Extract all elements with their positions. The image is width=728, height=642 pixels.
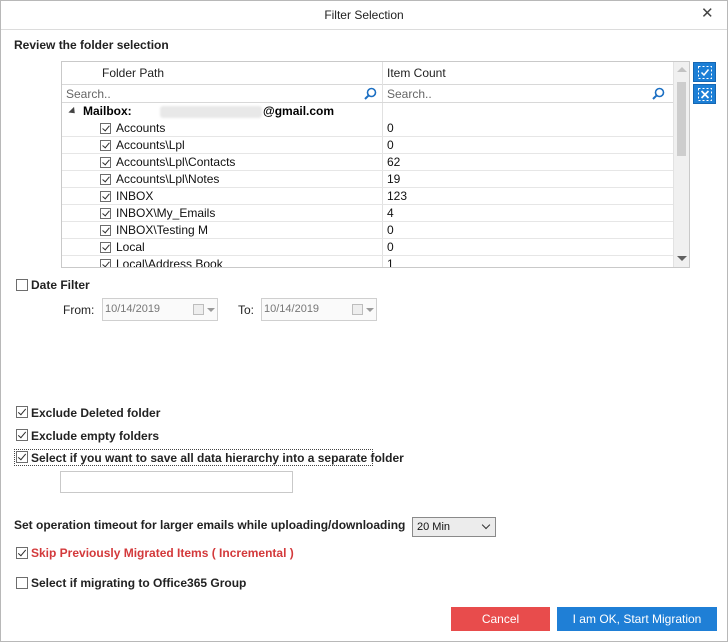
folder-path: Local [116, 240, 145, 254]
row-checkbox[interactable] [100, 123, 111, 134]
mailbox-row[interactable]: Mailbox: @gmail.com [62, 103, 674, 120]
start-migration-button[interactable]: I am OK, Start Migration [557, 607, 717, 631]
filter-selection-dialog: Filter Selection ✕ Review the folder sel… [0, 0, 728, 642]
to-date-picker[interactable]: 10/14/2019 [261, 298, 377, 321]
from-date-value: 10/14/2019 [105, 303, 161, 315]
exclude-empty-label: Exclude empty folders [31, 429, 160, 443]
grid-scrollbar[interactable] [673, 62, 689, 267]
close-icon[interactable]: ✕ [701, 6, 715, 21]
check-all-icon [698, 66, 712, 79]
to-label: To: [238, 303, 255, 317]
folder-grid: Folder Path Item Count Mailbox: @gmail.c… [61, 61, 690, 268]
save-hierarchy-label: Select if you want to save all data hier… [31, 451, 404, 465]
review-label: Review the folder selection [14, 38, 169, 52]
column-item-count[interactable]: Item Count [387, 62, 446, 85]
item-count: 0 [387, 240, 394, 254]
item-count: 4 [387, 206, 394, 220]
cancel-button[interactable]: Cancel [451, 607, 550, 631]
date-filter-label: Date Filter [31, 278, 90, 292]
folder-path: INBOX [116, 189, 154, 203]
table-row[interactable]: Local\Address Book 1 [62, 256, 674, 268]
select-all-button[interactable] [693, 62, 716, 82]
folder-path: Accounts [116, 121, 166, 135]
item-count: 0 [387, 223, 394, 237]
scroll-up-icon[interactable] [677, 67, 687, 72]
folder-path: Accounts\Lpl\Contacts [116, 155, 236, 169]
calendar-icon[interactable] [193, 304, 204, 315]
date-filter-checkbox[interactable] [16, 279, 28, 291]
row-checkbox[interactable] [100, 225, 111, 236]
to-date-value: 10/14/2019 [264, 303, 320, 315]
table-row[interactable]: INBOX 123 [62, 188, 674, 205]
row-checkbox[interactable] [100, 208, 111, 219]
mailbox-label: Mailbox: [83, 104, 132, 118]
chevron-down-icon[interactable] [207, 308, 215, 312]
calendar-icon[interactable] [352, 304, 363, 315]
from-date-picker[interactable]: 10/14/2019 [102, 298, 218, 321]
exclude-empty-checkbox[interactable] [16, 429, 28, 441]
uncheck-all-icon [698, 88, 712, 101]
column-folder-path[interactable]: Folder Path [102, 62, 164, 85]
deselect-all-button[interactable] [693, 84, 716, 104]
exclude-deleted-label: Exclude Deleted folder [31, 406, 161, 420]
row-checkbox[interactable] [100, 140, 111, 151]
item-count: 62 [387, 155, 401, 169]
exclude-deleted-checkbox[interactable] [16, 406, 28, 418]
row-checkbox[interactable] [100, 191, 111, 202]
row-checkbox[interactable] [100, 259, 111, 267]
chevron-down-icon[interactable] [366, 308, 374, 312]
folder-path: Accounts\Lpl [116, 138, 185, 152]
item-count: 0 [387, 138, 394, 152]
timeout-select[interactable]: 20 Min [412, 517, 496, 537]
timeout-label: Set operation timeout for larger emails … [14, 518, 406, 532]
item-count: 19 [387, 172, 401, 186]
title-divider [1, 29, 727, 30]
skip-migrated-label: Skip Previously Migrated Items ( Increme… [31, 546, 294, 560]
table-row[interactable]: INBOX\Testing M 0 [62, 222, 674, 239]
item-count-search-input[interactable] [383, 85, 648, 102]
hierarchy-folder-input[interactable] [60, 471, 293, 493]
item-count: 1 [387, 257, 394, 268]
row-checkbox[interactable] [100, 242, 111, 253]
table-row[interactable]: INBOX\My_Emails 4 [62, 205, 674, 222]
chevron-down-icon [481, 520, 491, 530]
save-hierarchy-checkbox[interactable] [16, 451, 28, 463]
table-row[interactable]: Accounts 0 [62, 120, 674, 137]
collapse-triangle-icon[interactable] [68, 106, 78, 117]
row-checkbox[interactable] [100, 157, 111, 168]
table-row[interactable]: Accounts\Lpl\Notes 19 [62, 171, 674, 188]
timeout-value: 20 Min [417, 521, 451, 533]
office365-group-checkbox[interactable] [16, 577, 28, 589]
office365-group-label: Select if migrating to Office365 Group [31, 576, 247, 590]
redacted-email [160, 106, 262, 118]
skip-migrated-checkbox[interactable] [16, 547, 28, 559]
from-label: From: [63, 303, 95, 317]
folder-path: Accounts\Lpl\Notes [116, 172, 220, 186]
dialog-title: Filter Selection [324, 8, 404, 22]
search-icon[interactable] [364, 87, 377, 100]
table-row[interactable]: Accounts\Lpl\Contacts 62 [62, 154, 674, 171]
grid-rows: Mailbox: @gmail.com Accounts 0 Accounts\… [62, 103, 674, 268]
folder-path-search-input[interactable] [62, 85, 362, 102]
folder-path: Local\Address Book [116, 257, 223, 268]
item-count: 123 [387, 189, 408, 203]
table-row[interactable]: Local 0 [62, 239, 674, 256]
grid-search-row [62, 85, 674, 103]
folder-path: INBOX\My_Emails [116, 206, 216, 220]
folder-path: INBOX\Testing M [116, 223, 209, 237]
grid-header: Folder Path Item Count [62, 62, 674, 85]
search-icon[interactable] [652, 87, 665, 100]
mailbox-domain: @gmail.com [263, 104, 335, 118]
scroll-thumb[interactable] [677, 82, 686, 156]
table-row[interactable]: Accounts\Lpl 0 [62, 137, 674, 154]
row-checkbox[interactable] [100, 174, 111, 185]
scroll-down-icon[interactable] [677, 256, 687, 261]
item-count: 0 [387, 121, 394, 135]
